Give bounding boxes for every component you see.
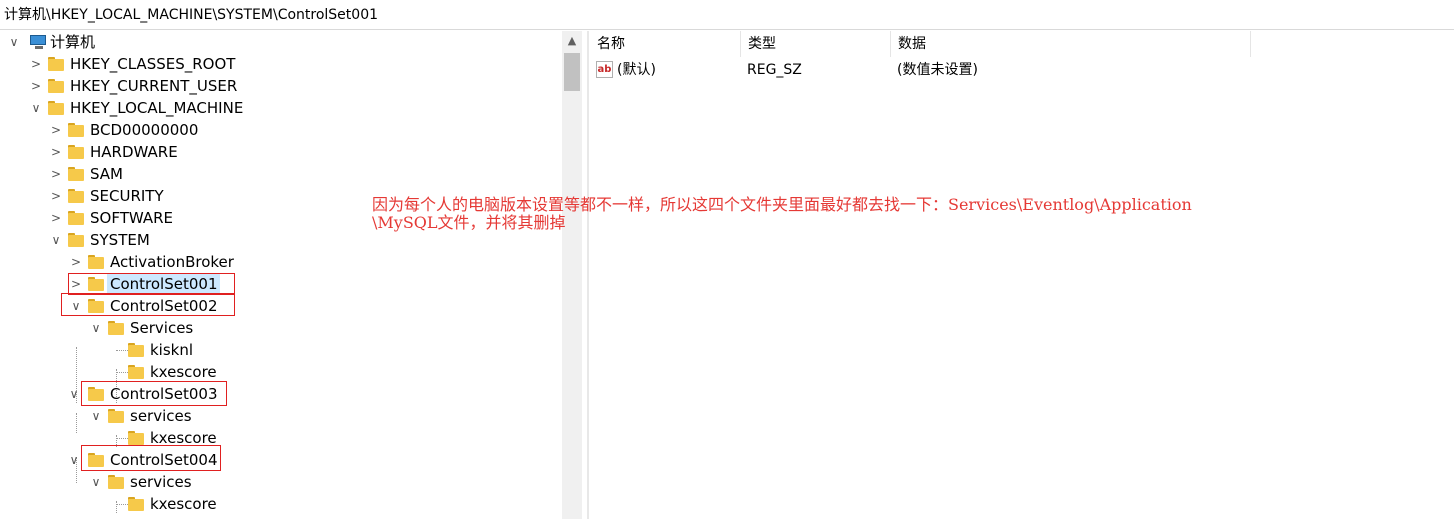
chevron-down-icon[interactable]: ∨ [89,317,103,339]
column-header-name[interactable]: 名称 [590,31,741,57]
tree-node-label: SECURITY [90,187,164,205]
highlight-box [81,445,221,471]
chevron-down-icon[interactable]: ∨ [7,31,21,53]
address-bar[interactable]: 计算机\HKEY_LOCAL_MACHINE\SYSTEM\ControlSet… [0,0,1454,30]
folder-icon [128,431,144,445]
folder-icon [88,255,104,269]
folder-icon [108,321,124,335]
tree-node-label: kxescore [150,495,217,513]
folder-icon [68,123,84,137]
chevron-right-icon[interactable]: > [49,141,63,163]
value-data: (数值未设置) [897,62,978,78]
tree-node-label: ActivationBroker [110,253,234,271]
scroll-up-arrow-icon[interactable]: ▲ [562,31,582,51]
tree-connector [116,438,128,439]
tree-connector [116,501,117,513]
folder-icon [68,211,84,225]
tree-node-label: services [130,407,192,425]
highlight-box [61,293,235,316]
tree-node-label: SOFTWARE [90,209,174,227]
annotation-line-2: \MySQL文件，并将其删掉 [372,213,566,232]
chevron-down-icon[interactable]: ∨ [49,229,63,251]
folder-icon [48,57,64,71]
tree-connector [116,350,128,351]
chevron-down-icon[interactable]: ∨ [29,97,43,119]
tree-connector [76,413,77,433]
value-row[interactable]: ab (默认) REG_SZ (数值未设置) [590,58,1454,82]
tree-node-label: kisknl [150,341,194,359]
tree-node-label: SAM [90,165,124,183]
value-name: (默认) [617,62,656,78]
tree-node-label: HKEY_LOCAL_MACHINE [70,99,244,117]
folder-icon [68,189,84,203]
highlight-box [81,381,227,406]
folder-icon [108,409,124,423]
tree-node-label: 计算机 [50,33,96,51]
tree-scrollbar[interactable]: ▲ [562,31,582,519]
tree-connector [116,372,128,373]
tree-node-label: kxescore [150,363,217,381]
chevron-right-icon[interactable]: > [49,163,63,185]
chevron-right-icon[interactable]: > [69,251,83,273]
chevron-right-icon[interactable]: > [49,207,63,229]
folder-icon [68,233,84,247]
values-list-header: 名称 类型 数据 [590,31,1454,57]
tree-node-label: HKEY_CURRENT_USER [70,77,238,95]
string-value-icon: ab [596,61,613,78]
chevron-down-icon[interactable]: ∨ [89,405,103,427]
chevron-right-icon[interactable]: > [49,119,63,141]
tree-node-label: SYSTEM [90,231,150,249]
tree-node-label: BCD00000000 [90,121,199,139]
tree-node-label: Services [130,319,194,337]
annotation-line-1: 因为每个人的电脑版本设置等都不一样，所以这四个文件夹里面最好都去找一下：Serv… [372,195,1192,214]
annotation-note: 因为每个人的电脑版本设置等都不一样，所以这四个文件夹里面最好都去找一下：Serv… [372,196,1392,232]
column-header-type[interactable]: 类型 [741,31,891,57]
chevron-down-icon[interactable]: ∨ [67,383,81,405]
chevron-right-icon[interactable]: > [49,185,63,207]
pane-splitter[interactable] [587,31,589,519]
folder-icon [128,365,144,379]
chevron-down-icon[interactable]: ∨ [67,449,81,471]
tree-node-label: HARDWARE [90,143,178,161]
scrollbar-thumb[interactable] [564,53,580,91]
folder-icon [128,497,144,511]
tree-connector [116,504,128,505]
tree-node-label: services [130,473,192,491]
folder-icon [48,79,64,93]
folder-icon [128,343,144,357]
chevron-right-icon[interactable]: > [29,53,43,75]
folder-icon [68,167,84,181]
tree-node-label: HKEY_CLASSES_ROOT [70,55,236,73]
folder-icon [68,145,84,159]
chevron-down-icon[interactable]: ∨ [89,471,103,493]
highlight-box [68,273,235,295]
chevron-right-icon[interactable]: > [29,75,43,97]
column-header-data[interactable]: 数据 [891,31,1251,57]
computer-icon [30,35,48,49]
value-type: REG_SZ [747,62,802,78]
registry-tree: ∨ 计算机 > HKEY_CLASSES_ROOT > HKEY_CURRENT… [0,31,562,519]
folder-icon [48,101,64,115]
folder-icon [108,475,124,489]
